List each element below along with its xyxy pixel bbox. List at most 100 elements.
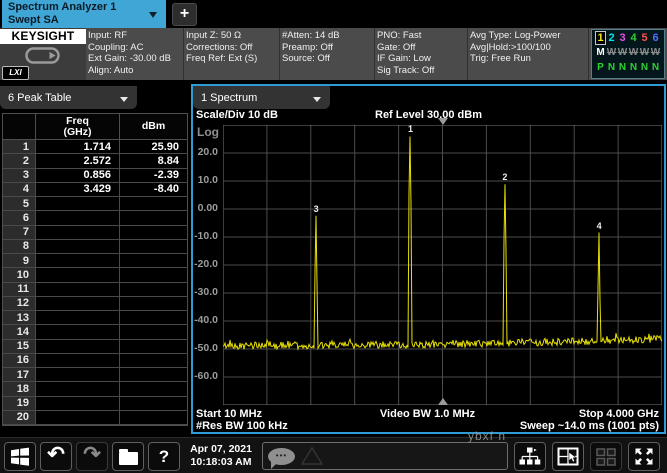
row-number-cell: 9 — [3, 254, 36, 269]
y-axis-tick-label: 0.00 — [197, 202, 218, 214]
peak-table: Freq (GHz) dBm 1 1.714 25.90 2 2.572 8.84 3 0.8… — [2, 113, 188, 426]
freq-cell — [36, 368, 120, 383]
trace-number-3[interactable]: 3 — [617, 31, 628, 45]
peak-table-row-19[interactable]: 19 — [3, 396, 187, 411]
freq-cell: 3.429 — [36, 182, 120, 197]
row-number-cell: 2 — [3, 154, 36, 169]
peak-table-row-8[interactable]: 8 — [3, 239, 187, 254]
chevron-down-icon[interactable] — [149, 12, 157, 18]
window-layout-button[interactable] — [590, 442, 622, 471]
windows-menu-button[interactable] — [4, 442, 36, 471]
dbm-cell — [120, 353, 187, 368]
peak-table-row-3[interactable]: 3 0.856 -2.39 — [3, 168, 187, 183]
row-number-cell: 3 — [3, 168, 36, 183]
spectrum-plot-area: 1234 — [222, 124, 663, 406]
res-bw-label: #Res BW 100 kHz — [196, 420, 288, 432]
header-divider — [374, 28, 375, 80]
trace-numbers-row: 123456 — [595, 31, 661, 45]
peak-table-row-15[interactable]: 15 — [3, 339, 187, 354]
freq-cell — [36, 339, 120, 354]
mode-tab-subtitle: Swept SA — [8, 14, 59, 26]
screenshot-watermark: ybxf n — [468, 429, 507, 443]
trace-number-5[interactable]: 5 — [639, 31, 650, 45]
dbm-cell: 8.84 — [120, 154, 187, 169]
undo-button[interactable]: ↶ — [40, 442, 72, 471]
header-settings-column-4[interactable]: PNO: Fast Gate: Off IF Gain: Low Sig Track:… — [377, 30, 466, 80]
dbm-cell — [120, 211, 187, 226]
peak-table-view-selector[interactable]: 6 Peak Table — [0, 86, 137, 109]
row-number-cell: 12 — [3, 296, 36, 311]
trace-detector-indicator: N — [629, 62, 638, 73]
header-settings-column-5[interactable]: Avg Type: Log-Power Avg|Hold:>100/100 Trig… — [470, 30, 588, 80]
spectrum-view-selector[interactable]: 1 Spectrum — [193, 86, 330, 109]
dbm-cell — [120, 396, 187, 411]
sequence-setup-button[interactable] — [514, 442, 546, 471]
header-setting-line: Sig Track: Off — [377, 64, 435, 76]
peak-table-row-14[interactable]: 14 — [3, 325, 187, 340]
peak-table-row-6[interactable]: 6 — [3, 211, 187, 226]
peak-table-row-18[interactable]: 18 — [3, 382, 187, 397]
peak-table-row-9[interactable]: 9 — [3, 254, 187, 269]
trace-number-4[interactable]: 4 — [628, 31, 639, 45]
y-axis-tick-label: -20.0 — [194, 258, 218, 270]
peak-table-row-17[interactable]: 17 — [3, 368, 187, 383]
trace-number-1[interactable]: 1 — [595, 31, 606, 45]
peak-table-row-16[interactable]: 16 — [3, 353, 187, 368]
trace-status-panel[interactable]: 123456 MWWWWW PNNNNN — [591, 29, 665, 79]
peak-table-row-2[interactable]: 2 2.572 8.84 — [3, 154, 187, 169]
freq-cell: 1.714 — [36, 140, 120, 155]
header-divider — [279, 28, 280, 80]
peak-table-row-13[interactable]: 13 — [3, 311, 187, 326]
trace-type-indicator: W — [606, 47, 617, 58]
add-tab-button[interactable]: + — [172, 3, 197, 26]
select-window-button[interactable] — [552, 442, 584, 471]
file-explorer-button[interactable] — [112, 442, 144, 471]
trace-number-2[interactable]: 2 — [606, 31, 617, 45]
warning-triangle-icon — [300, 446, 324, 465]
header-settings-column-1[interactable]: Input: RF Coupling: AC Ext Gain: -30.00 dB… — [88, 30, 182, 80]
peak-table-row-7[interactable]: 7 — [3, 225, 187, 240]
message-bar[interactable]: ••• — [262, 442, 508, 470]
header-setting-line: Trig: Free Run — [470, 53, 531, 64]
trace-number-6[interactable]: 6 — [650, 31, 661, 45]
top-tab-bar: Spectrum Analyzer 1 Swept SA + — [0, 0, 667, 28]
fullscreen-button[interactable] — [628, 442, 660, 471]
peak-table-row-4[interactable]: 4 3.429 -8.40 — [3, 182, 187, 197]
peak-table-body: 1 1.714 25.90 2 2.572 8.84 3 0.856 -2.39 4 3.429 -8… — [3, 140, 187, 425]
sweep-time-label: Sweep ~14.0 ms (1001 pts) — [519, 420, 659, 432]
continuous-sweep-icon[interactable] — [25, 47, 61, 69]
spectrum-selector-label: 1 Spectrum — [201, 91, 258, 104]
peak-table-row-5[interactable]: 5 — [3, 197, 187, 212]
peak-table-row-12[interactable]: 12 — [3, 296, 187, 311]
trace-type-indicator: W — [628, 47, 639, 58]
header-settings-column-3[interactable]: #Atten: 14 dB Preamp: Off Source: Off — [282, 30, 373, 80]
freq-cell — [36, 296, 120, 311]
peak-table-selector-label: 6 Peak Table — [8, 91, 72, 104]
freq-cell — [36, 353, 120, 368]
mode-tab-swept-sa[interactable]: Spectrum Analyzer 1 Swept SA — [2, 0, 166, 28]
redo-icon: ↷ — [83, 442, 101, 466]
center-freq-marker-top-icon — [437, 118, 448, 125]
datetime-display[interactable]: Apr 07, 2021 10:18:03 AM — [182, 443, 260, 469]
header-settings-column-2[interactable]: Input Z: 50 Ω Corrections: Off Freq Ref: E… — [186, 30, 278, 80]
y-axis-tick-label: -30.0 — [194, 286, 218, 298]
dbm-cell — [120, 410, 187, 425]
select-window-icon — [557, 447, 579, 466]
spectrum-window: 1 Spectrum Scale/Div 10 dB Ref Level 30.… — [191, 84, 666, 434]
header-setting-line: #Atten: 14 dB — [282, 30, 340, 41]
peak-table-row-11[interactable]: 11 — [3, 282, 187, 297]
chevron-down-icon — [313, 97, 321, 102]
chevron-down-icon — [120, 97, 128, 102]
header-divider — [467, 28, 468, 80]
row-number-cell: 7 — [3, 225, 36, 240]
peak-table-row-10[interactable]: 10 — [3, 268, 187, 283]
redo-button[interactable]: ↷ — [76, 442, 108, 471]
help-button[interactable]: ? — [148, 442, 180, 471]
peak-table-row-20[interactable]: 20 — [3, 410, 187, 425]
stop-freq-label: Stop 4.000 GHz — [578, 408, 659, 420]
trace-detector-indicator: N — [651, 62, 660, 73]
freq-cell — [36, 225, 120, 240]
row-number-cell: 13 — [3, 311, 36, 326]
spectrum-plot-svg — [222, 124, 663, 406]
peak-table-row-1[interactable]: 1 1.714 25.90 — [3, 140, 187, 155]
